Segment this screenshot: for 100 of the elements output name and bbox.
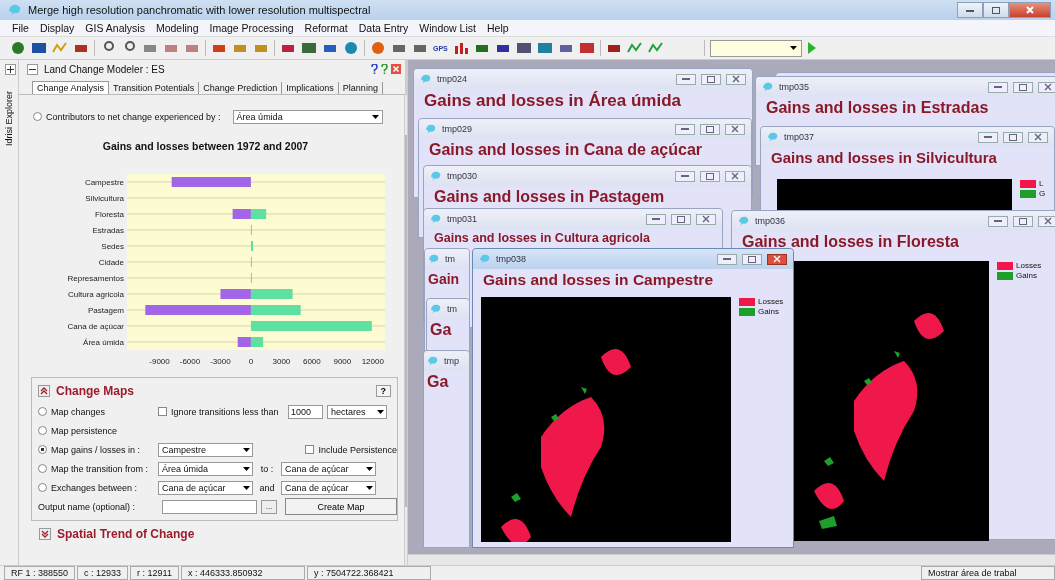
maximize-button[interactable]: [742, 253, 762, 265]
app-icon: [479, 254, 491, 264]
bar: [220, 289, 251, 299]
radio-button[interactable]: [38, 426, 47, 435]
maximize-button[interactable]: [700, 170, 720, 182]
menu-item[interactable]: Help: [486, 22, 509, 34]
expand-icon[interactable]: [39, 528, 51, 540]
app-icon: [767, 132, 779, 142]
close-button[interactable]: [1028, 131, 1048, 143]
menu-item[interactable]: GIS Analysis: [85, 22, 145, 34]
category-label: Pastagem: [87, 306, 124, 315]
tab[interactable]: Implications: [282, 82, 339, 94]
category-label: Estradas: [92, 226, 124, 235]
minimize-button[interactable]: [957, 2, 983, 18]
menu-item[interactable]: Image Processing: [209, 22, 294, 34]
menu-item[interactable]: Data Entry: [358, 22, 409, 34]
menu-item[interactable]: Window List: [419, 22, 476, 34]
maximize-button[interactable]: [1003, 131, 1023, 143]
checkbox[interactable]: [158, 407, 167, 416]
category-dropdown[interactable]: Campestre: [158, 442, 253, 457]
scrollbar[interactable]: [408, 554, 1055, 565]
create-map-button[interactable]: Create Map: [285, 498, 397, 515]
tab[interactable]: Change Analysis: [32, 81, 110, 94]
minimize-button[interactable]: [675, 170, 695, 182]
section-title: Spatial Trend of Change: [57, 527, 195, 541]
radio-label: Map changes: [51, 406, 107, 417]
caret-icon: [372, 114, 380, 119]
tick-label: 12000: [361, 357, 384, 366]
tick-label: -6000: [179, 357, 201, 366]
minimize-button[interactable]: [988, 215, 1008, 227]
maximize-icon: [991, 6, 1001, 14]
close-button[interactable]: [1038, 81, 1055, 93]
minimize-button[interactable]: [717, 253, 737, 265]
threshold-field[interactable]: 1000: [288, 404, 323, 419]
map-heading: Gain: [427, 270, 460, 287]
menu-item[interactable]: Modeling: [155, 22, 199, 34]
window-title: tmp036: [755, 216, 786, 226]
unit-dropdown[interactable]: hectares: [327, 404, 387, 419]
collapse-icon[interactable]: [38, 385, 50, 397]
radio-button[interactable]: [38, 464, 47, 473]
chart-icon[interactable]: [452, 40, 469, 56]
radio-button[interactable]: [38, 445, 47, 454]
scrollbar[interactable]: [404, 95, 407, 565]
menu-item[interactable]: File: [12, 22, 29, 34]
circle-icon[interactable]: [343, 40, 359, 56]
minimize-icon: [965, 7, 975, 13]
close-button[interactable]: [725, 123, 745, 135]
category-dropdown[interactable]: Área úmida: [232, 109, 383, 124]
close-button[interactable]: [1038, 215, 1055, 227]
status-field: r : 12911: [130, 566, 179, 580]
legend-label: Gains: [1016, 271, 1037, 280]
checkbox[interactable]: [305, 445, 315, 454]
browse-button[interactable]: ...: [261, 499, 277, 514]
category-dropdown[interactable]: Área úmida: [158, 461, 253, 476]
window-title: tmp029: [442, 124, 473, 134]
tab[interactable]: Planning: [338, 82, 383, 94]
radio-button[interactable]: [38, 483, 47, 492]
maximize-button[interactable]: [983, 2, 1009, 18]
close-icon[interactable]: [391, 64, 401, 74]
caret-icon: [365, 466, 373, 471]
minimize-button[interactable]: [988, 81, 1008, 93]
help-button[interactable]: ?: [375, 385, 391, 397]
category-dropdown[interactable]: Cana de açúcar: [281, 480, 376, 495]
minimize-icon: [652, 217, 660, 221]
expand-icon[interactable]: [5, 63, 16, 75]
bar: [250, 241, 253, 251]
menu-item[interactable]: Reformat: [304, 22, 348, 34]
radio-button[interactable]: [33, 112, 42, 121]
radio-button[interactable]: [38, 407, 47, 416]
close-button[interactable]: [726, 73, 746, 85]
maximize-button[interactable]: [701, 73, 721, 85]
section-title: Change Maps: [56, 384, 134, 398]
collapse-icon[interactable]: [27, 63, 38, 75]
close-button[interactable]: [725, 170, 745, 182]
category-dropdown[interactable]: Cana de açúcar: [281, 461, 376, 476]
app-icon: [430, 214, 442, 224]
help-icon[interactable]: [371, 64, 378, 74]
maximize-icon: [1019, 217, 1027, 225]
close-button[interactable]: [1009, 2, 1051, 18]
tab[interactable]: Transition Potentials: [109, 82, 200, 94]
menu-item[interactable]: Display: [39, 22, 75, 34]
close-button[interactable]: [696, 213, 716, 225]
tick-label: 6000: [302, 357, 321, 366]
app-icon: [420, 74, 432, 84]
maximize-button[interactable]: [1013, 81, 1033, 93]
close-button[interactable]: [767, 253, 787, 265]
output-name-field[interactable]: [162, 499, 257, 514]
minimize-button[interactable]: [646, 213, 666, 225]
chart-title: Gains and losses between 1972 and 2007: [101, 140, 310, 152]
maximize-button[interactable]: [700, 123, 720, 135]
bar: [250, 337, 264, 347]
tab[interactable]: Change Prediction: [199, 82, 283, 94]
layer-dropdown[interactable]: [709, 39, 802, 57]
category-dropdown[interactable]: Cana de açúcar: [158, 480, 253, 495]
maximize-button[interactable]: [671, 213, 691, 225]
minimize-button[interactable]: [675, 123, 695, 135]
minimize-button[interactable]: [978, 131, 998, 143]
minimize-button[interactable]: [676, 73, 696, 85]
help-icon[interactable]: [381, 64, 388, 74]
maximize-button[interactable]: [1013, 215, 1033, 227]
